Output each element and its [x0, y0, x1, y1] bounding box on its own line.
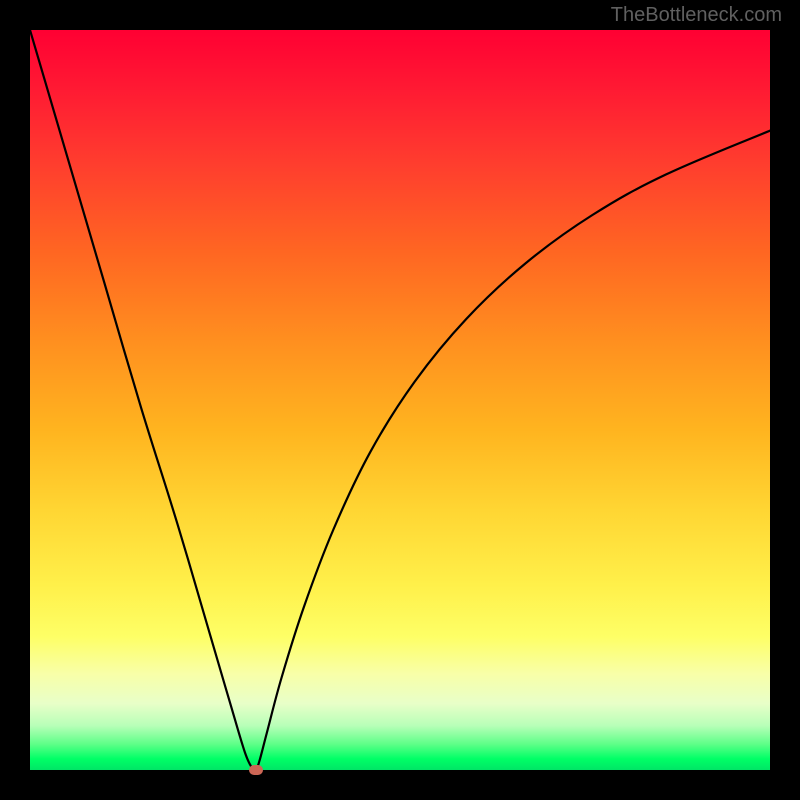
- curve-svg: [30, 30, 770, 770]
- plot-area: [30, 30, 770, 770]
- bottleneck-curve: [30, 30, 770, 770]
- watermark-text: TheBottleneck.com: [611, 4, 782, 27]
- minimum-marker: [249, 765, 263, 775]
